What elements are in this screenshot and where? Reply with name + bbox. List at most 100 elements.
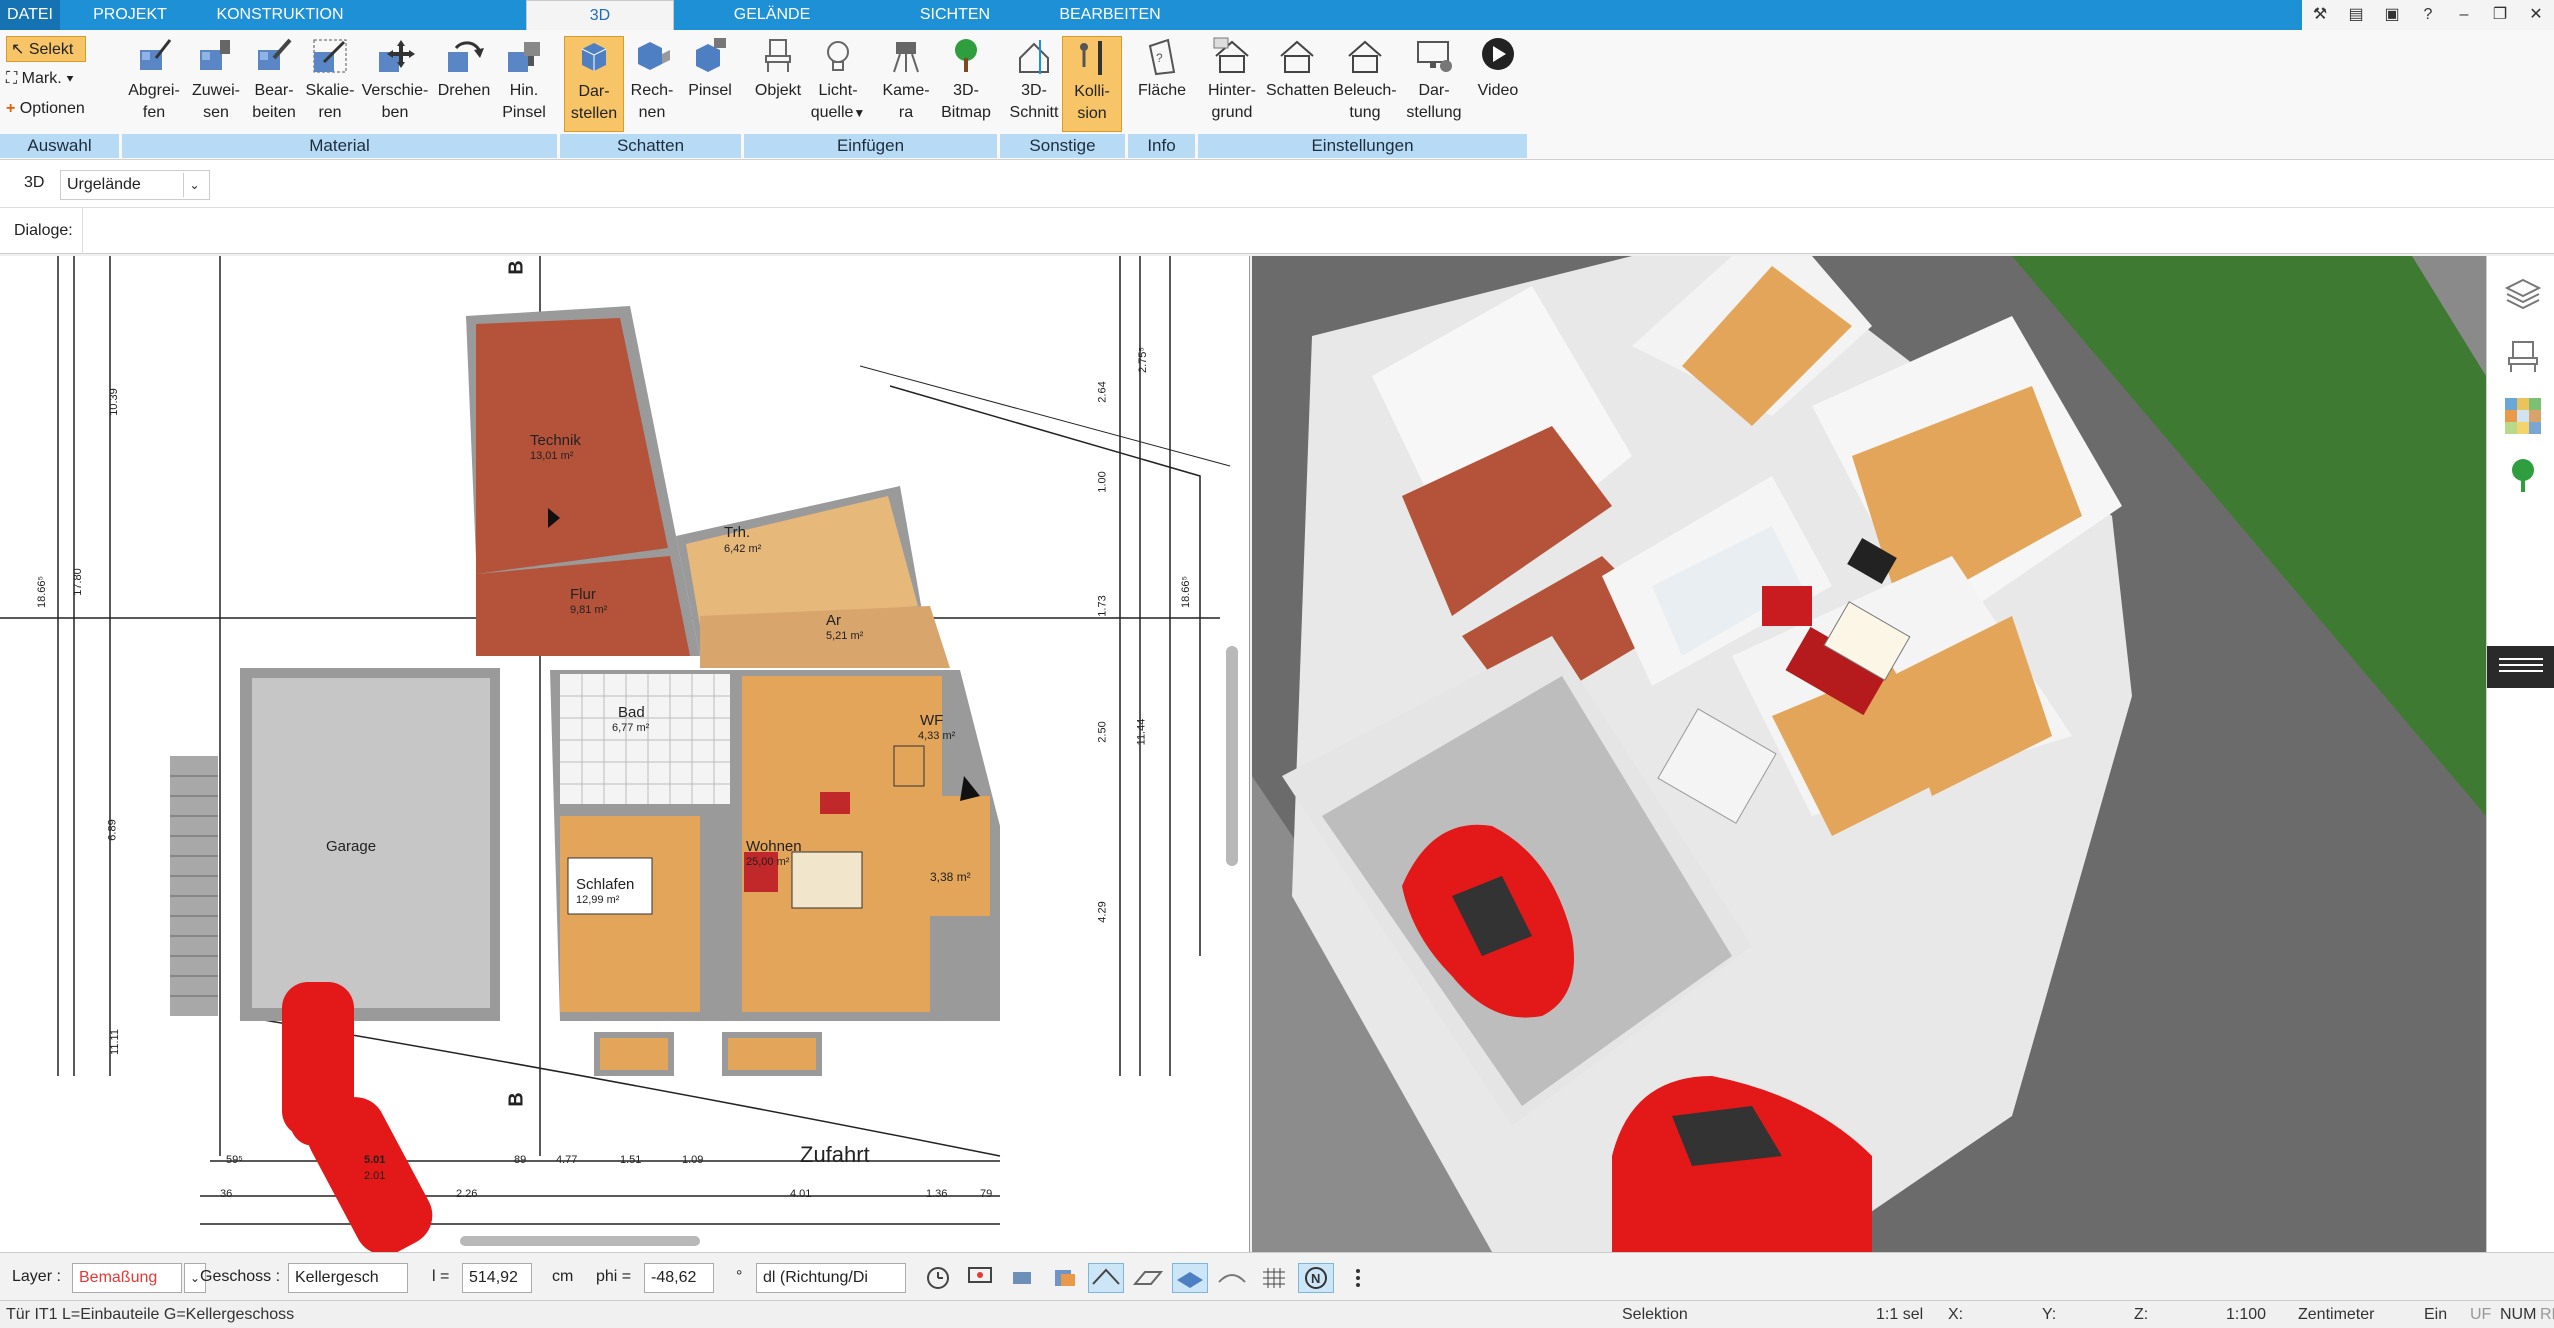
- more-icon[interactable]: [1340, 1263, 1376, 1293]
- dim-label: 36: [220, 1188, 233, 1200]
- status-rf: RF: [2540, 1306, 2554, 1323]
- l-unit: cm: [552, 1268, 574, 1285]
- status-selection-scale: 1:1 sel: [1876, 1306, 1924, 1323]
- mark-button[interactable]: ⛶ Mark. ▾: [6, 66, 74, 92]
- ribbon: ↖ Selekt ⛶ Mark. ▾ + Optionen Auswahl Ab…: [0, 30, 2554, 160]
- restore-icon[interactable]: ❐: [2482, 0, 2518, 30]
- phi-label: phi =: [596, 1268, 632, 1285]
- 3d-view[interactable]: [1252, 256, 2486, 1252]
- floor-plan-view[interactable]: Technik 13,01 m² Trh. 6,42 m² Flur 9,81 …: [0, 256, 1250, 1252]
- folder-icon[interactable]: ▤: [2338, 0, 2374, 30]
- group-einstellungen: Einstellungen: [1198, 134, 1528, 158]
- skalieren-button[interactable]: Skalie- ren: [300, 36, 360, 132]
- view-mode-label: 3D: [24, 174, 45, 191]
- dim-label: 4.29: [1096, 901, 1109, 923]
- verschieben-button[interactable]: Verschie- ben: [360, 36, 430, 132]
- grid-icon[interactable]: [1256, 1263, 1292, 1293]
- darstellen-button[interactable]: Dar- stellen: [564, 36, 624, 132]
- status-x: X:: [1948, 1306, 1964, 1323]
- camera-icon: [893, 42, 919, 73]
- panel-menu-button[interactable]: [2487, 646, 2554, 688]
- monitor-settings-icon: [1417, 41, 1452, 72]
- window-controls: ⚒ ▤ ▣ ? – ❐ ✕: [2302, 0, 2554, 30]
- hin-pinsel-button[interactable]: Hin. Pinsel: [494, 36, 554, 132]
- roof-icon[interactable]: [1088, 1263, 1124, 1293]
- video-button[interactable]: Video: [1468, 36, 1528, 132]
- schatten-pinsel-button[interactable]: Pinsel: [680, 36, 740, 132]
- group-einfuegen: Einfügen: [744, 134, 998, 158]
- move-icon: [379, 40, 415, 72]
- tab-projekt[interactable]: PROJEKT: [70, 0, 190, 30]
- l-input[interactable]: 514,92: [462, 1263, 532, 1293]
- 3d-bitmap-button[interactable]: 3D- Bitmap: [936, 36, 996, 132]
- clock-icon[interactable]: [920, 1263, 956, 1293]
- tab-gelaende[interactable]: GELÄNDE: [700, 0, 844, 30]
- section-mark: B: [505, 260, 528, 275]
- layer-dropdown[interactable]: Bemaßung: [72, 1263, 182, 1293]
- phi-input[interactable]: -48,62: [644, 1263, 714, 1293]
- rechnen-button[interactable]: Rech- nen: [622, 36, 682, 132]
- chevron-down-icon: ⌄: [183, 173, 205, 197]
- vertical-scrollbar[interactable]: [1226, 646, 1238, 866]
- layers-icon[interactable]: [2503, 276, 2543, 316]
- floor-icon[interactable]: [1172, 1263, 1208, 1293]
- terrain-icon[interactable]: [1214, 1263, 1250, 1293]
- zuweisen-button[interactable]: Zuwei- sen: [186, 36, 246, 132]
- dim-label: 17.80: [71, 568, 84, 596]
- drehen-button[interactable]: Drehen: [434, 36, 494, 132]
- geschoss-dropdown[interactable]: Kellergesch: [288, 1263, 408, 1293]
- kamera-button[interactable]: Kame- ra: [876, 36, 936, 132]
- tab-sichten[interactable]: SICHTEN: [880, 0, 1030, 30]
- tab-datei[interactable]: DATEI: [0, 0, 60, 30]
- furniture-icon[interactable]: [2503, 336, 2543, 376]
- dim-label: 1.51: [620, 1154, 642, 1166]
- lichtquelle-button[interactable]: Licht- quelle▼: [808, 36, 868, 132]
- materials-icon[interactable]: [2503, 396, 2543, 436]
- floor-plan-canvas[interactable]: [0, 256, 1250, 1252]
- close-icon[interactable]: ✕: [2518, 0, 2554, 30]
- darstellung-button[interactable]: Dar- stellung: [1402, 36, 1466, 132]
- scale-icon: [313, 39, 347, 73]
- schatten-einstellung-button[interactable]: Schatten: [1266, 36, 1329, 132]
- dim-label: 4.77: [556, 1154, 578, 1166]
- bearbeiten-button[interactable]: Bear- beiten: [244, 36, 304, 132]
- beleuchtung-button[interactable]: Beleuch- tung: [1332, 36, 1398, 132]
- terrain-dropdown[interactable]: Urgelände ⌄: [60, 170, 210, 200]
- room-label: Trh.: [724, 524, 751, 541]
- plants-icon[interactable]: [2503, 456, 2543, 496]
- window-icon[interactable]: ▣: [2374, 0, 2410, 30]
- layer-stack-icon[interactable]: [1046, 1263, 1082, 1293]
- monitor-icon[interactable]: [962, 1263, 998, 1293]
- tab-bearbeiten[interactable]: BEARBEITEN: [1040, 0, 1180, 30]
- tab-konstruktion[interactable]: KONSTRUKTION: [190, 0, 370, 30]
- selekt-button[interactable]: ↖ Selekt: [6, 36, 86, 62]
- room-label: Technik: [530, 432, 581, 449]
- hintergrund-button[interactable]: Hinter- grund: [1200, 36, 1264, 132]
- minimize-icon[interactable]: –: [2446, 0, 2482, 30]
- objects-icon[interactable]: [1004, 1263, 1040, 1293]
- dim-label: 5.01: [364, 1154, 386, 1166]
- edit-material-icon: [258, 38, 292, 70]
- layer-label: Layer :: [12, 1268, 61, 1285]
- north-icon[interactable]: N: [1298, 1263, 1334, 1293]
- house-background-icon: [1213, 37, 1249, 73]
- abgreifen-button[interactable]: Abgrei- fen: [124, 36, 184, 132]
- tab-3d[interactable]: 3D: [526, 0, 674, 30]
- room-label: Wohnen: [746, 838, 802, 855]
- dim-label: 11.11: [108, 1029, 121, 1055]
- room-area: 12,99 m²: [576, 894, 620, 906]
- 3d-schnitt-button[interactable]: 3D- Schnitt: [1004, 36, 1064, 132]
- group-sonstige: Sonstige: [1000, 134, 1126, 158]
- status-ein: Ein: [2424, 1306, 2448, 1323]
- flaeche-button[interactable]: ? Fläche: [1132, 36, 1192, 132]
- status-uf: UF: [2470, 1306, 2492, 1323]
- help-icon[interactable]: ?: [2410, 0, 2446, 30]
- objekt-button[interactable]: Objekt: [748, 36, 808, 132]
- kollision-button[interactable]: Kolli- sion: [1062, 36, 1122, 132]
- optionen-button[interactable]: + Optionen: [6, 96, 85, 122]
- horizontal-scrollbar[interactable]: [460, 1236, 700, 1246]
- tools-icon[interactable]: ⚒: [2302, 0, 2338, 30]
- 3d-render[interactable]: [1252, 256, 2486, 1252]
- hatch-icon[interactable]: [1130, 1263, 1166, 1293]
- dl-dropdown[interactable]: dl (Richtung/Di: [756, 1263, 906, 1293]
